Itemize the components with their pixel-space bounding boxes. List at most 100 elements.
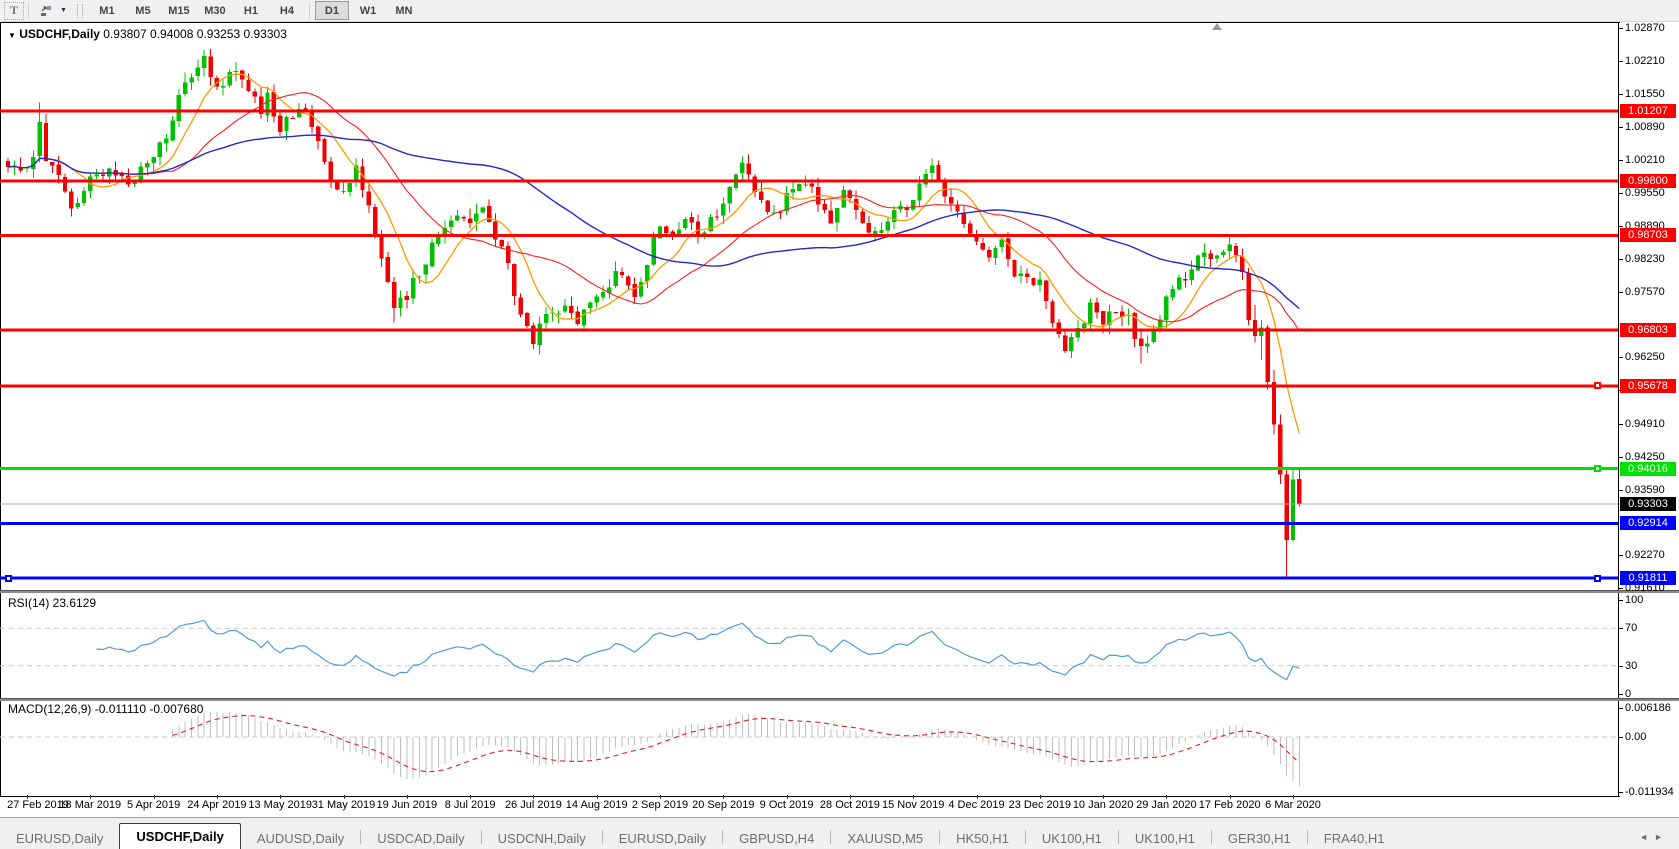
date-tick: [217, 795, 218, 799]
price-tick-dash: [1619, 259, 1623, 260]
price-tick: 1.00890: [1625, 121, 1665, 133]
rsi-chart: [0, 592, 1618, 698]
tab-hk50-h1[interactable]: HK50,H1: [940, 827, 1025, 849]
price-tick: 0.97570: [1625, 286, 1665, 298]
macd-tick-dash: [1619, 708, 1623, 709]
tab-ger30-h1[interactable]: GER30,H1: [1212, 827, 1307, 849]
timeframe-button-m15[interactable]: M15: [162, 1, 196, 20]
tab-xauusd-m5[interactable]: XAUUSD,M5: [831, 827, 939, 849]
tab-eurusd-daily[interactable]: EURUSD,Daily: [0, 827, 119, 849]
price-tick: 1.01550: [1625, 88, 1665, 100]
macd-chart: [0, 700, 1618, 795]
tab-scroll-right-icon[interactable]: ►: [1654, 832, 1669, 842]
text-tool-button[interactable]: T: [4, 2, 24, 20]
arrange-arrows-icon[interactable]: [34, 1, 58, 20]
timeframe-button-m1[interactable]: M1: [90, 1, 124, 20]
date-tick: [1040, 795, 1041, 799]
macd-tick: -0.011934: [1625, 786, 1674, 798]
tab-fra40-h1[interactable]: FRA40,H1: [1308, 827, 1401, 849]
date-tick: [1230, 795, 1231, 799]
date-tick: [1103, 795, 1104, 799]
date-tick: [470, 795, 471, 799]
price-tick: 0.96250: [1625, 351, 1665, 363]
hline-price-tag: 0.95678: [1620, 379, 1676, 393]
date-tick: [1293, 795, 1294, 799]
macd-tick: 0.006186: [1625, 702, 1671, 714]
timeframe-button-m5[interactable]: M5: [126, 1, 160, 20]
chevron-down-icon[interactable]: ▼: [60, 7, 67, 14]
price-tick: 1.02870: [1625, 22, 1665, 34]
tab-gbpusd-h4[interactable]: GBPUSD,H4: [723, 827, 830, 849]
current-price-tag: 0.93303: [1620, 497, 1676, 511]
price-tick-dash: [1619, 357, 1623, 358]
date-label: 6 Mar 2020: [1251, 799, 1335, 811]
rsi-tick: 100: [1625, 594, 1643, 606]
date-tick: [597, 795, 598, 799]
timeframe-button-mn[interactable]: MN: [387, 1, 421, 20]
price-tick-dash: [1619, 555, 1623, 556]
price-tick: 0.93590: [1625, 484, 1665, 496]
hline-handle[interactable]: [1594, 465, 1601, 472]
price-tick-dash: [1619, 424, 1623, 425]
tab-usdcnh-daily[interactable]: USDCNH,Daily: [482, 827, 602, 849]
price-tick-dash: [1619, 28, 1623, 29]
rsi-tick: 30: [1625, 660, 1637, 672]
price-tick-dash: [1619, 61, 1623, 62]
rsi-tick: 70: [1625, 622, 1637, 634]
timeframe-button-h1[interactable]: H1: [234, 1, 268, 20]
tab-scroll-left-icon[interactable]: ◄: [1639, 832, 1654, 842]
toolbar-separator: [28, 3, 29, 19]
rsi-tick-dash: [1619, 600, 1623, 601]
price-tick: 0.92270: [1625, 549, 1665, 561]
moving-average-mid: [8, 93, 1299, 331]
chart-tab-bar: EURUSD,DailyUSDCHF,DailyAUDUSD,DailyUSDC…: [0, 817, 1679, 849]
toolbar-grip: [77, 4, 83, 18]
price-axis-line: [1618, 22, 1619, 796]
price-tick: 1.00210: [1625, 154, 1665, 166]
hline-price-tag: 0.94016: [1620, 462, 1676, 476]
rsi-tick: 0: [1625, 688, 1631, 700]
hline-handle[interactable]: [5, 575, 12, 582]
timeframe-button-w1[interactable]: W1: [351, 1, 385, 20]
price-tick: 0.99550: [1625, 187, 1665, 199]
date-tick: [1166, 795, 1167, 799]
date-tick: [787, 795, 788, 799]
price-tick-dash: [1619, 127, 1623, 128]
timeframe-button-h4[interactable]: H4: [270, 1, 304, 20]
price-tick-dash: [1619, 457, 1623, 458]
price-tick-dash: [1619, 193, 1623, 194]
price-tick: 1.02210: [1625, 55, 1665, 67]
timeframe-button-m30[interactable]: M30: [198, 1, 232, 20]
macd-tick-dash: [1619, 792, 1623, 793]
tab-uk100-h1[interactable]: UK100,H1: [1026, 827, 1118, 849]
price-tick-dash: [1619, 160, 1623, 161]
hline-price-tag: 0.99800: [1620, 174, 1676, 188]
rsi-tick-dash: [1619, 694, 1623, 695]
price-tick: 0.94910: [1625, 418, 1665, 430]
date-tick: [27, 795, 28, 799]
tab-usdchf-daily[interactable]: USDCHF,Daily: [119, 823, 240, 849]
rsi-tick-dash: [1619, 628, 1623, 629]
tab-scroll-arrows[interactable]: ◄►: [1639, 832, 1669, 842]
candles: [6, 49, 1302, 578]
timeframe-button-d1[interactable]: D1: [315, 1, 349, 20]
rsi-line: [97, 620, 1300, 679]
date-tick: [90, 795, 91, 799]
toolbar-separator: [309, 3, 310, 19]
date-tick: [407, 795, 408, 799]
hline-handle[interactable]: [1594, 575, 1601, 582]
hline-handle[interactable]: [1594, 382, 1601, 389]
macd-tick-dash: [1619, 737, 1623, 738]
hline-price-tag: 0.98703: [1620, 228, 1676, 242]
date-tick: [723, 795, 724, 799]
tab-audusd-daily[interactable]: AUDUSD,Daily: [241, 827, 360, 849]
price-tick-dash: [1619, 94, 1623, 95]
tab-eurusd-daily[interactable]: EURUSD,Daily: [603, 827, 722, 849]
tab-uk100-h1[interactable]: UK100,H1: [1119, 827, 1211, 849]
tab-usdcad-daily[interactable]: USDCAD,Daily: [361, 827, 480, 849]
hline-price-tag: 0.96803: [1620, 323, 1676, 337]
date-tick: [977, 795, 978, 799]
date-tick: [533, 795, 534, 799]
rsi-tick-dash: [1619, 666, 1623, 667]
date-tick: [850, 795, 851, 799]
